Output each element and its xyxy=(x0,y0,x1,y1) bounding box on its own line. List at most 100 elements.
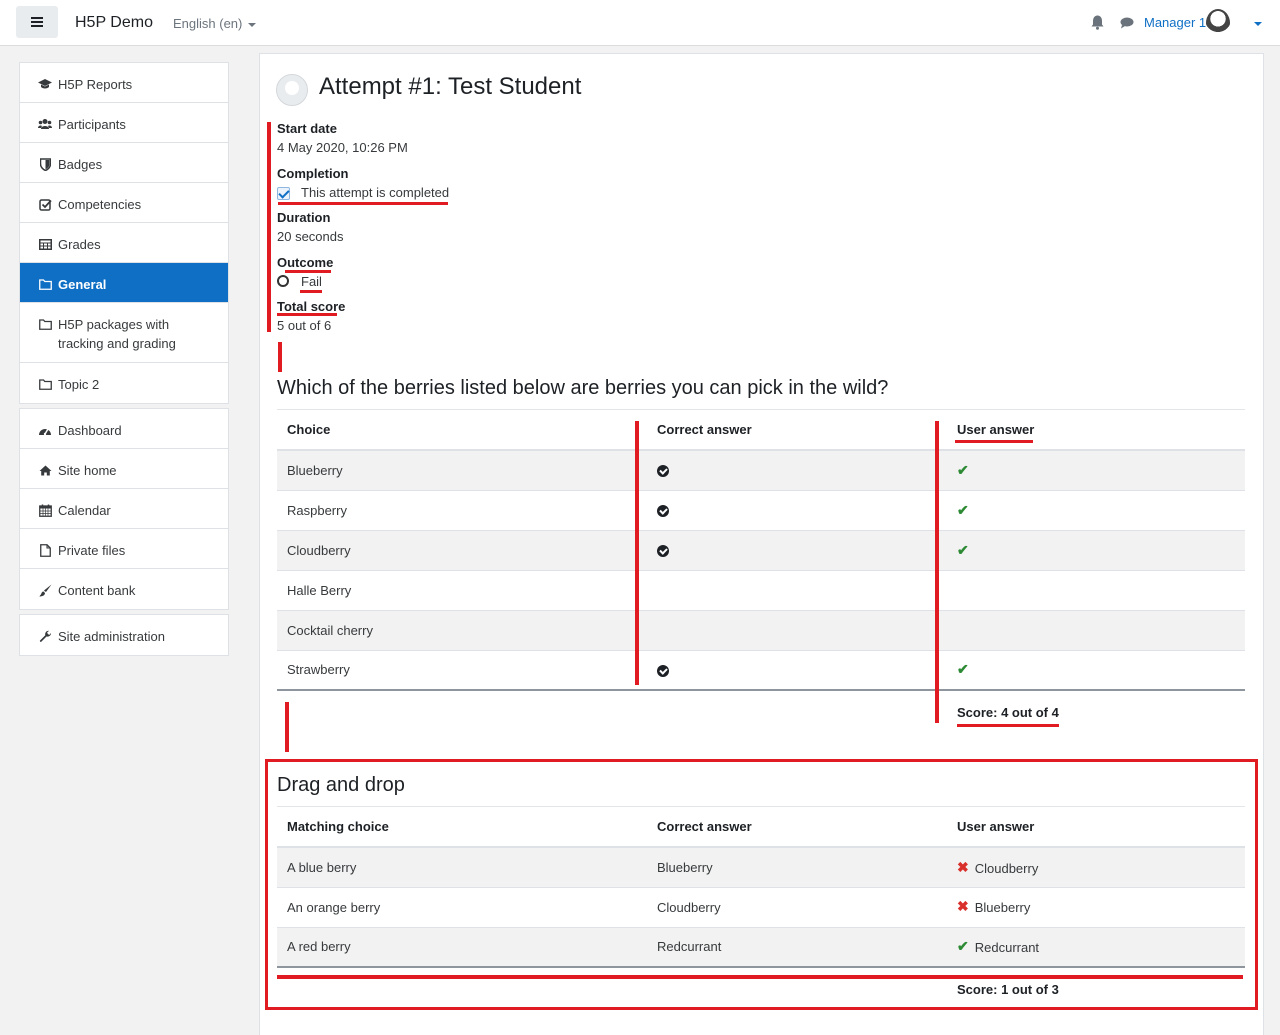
annotation-mark xyxy=(300,290,322,293)
sidebar-item-private-files[interactable]: Private files xyxy=(20,529,228,569)
sidebar-item-h5p-packages[interactable]: H5P packages with tracking and grading xyxy=(20,303,228,363)
table-row: Halle Berry xyxy=(277,569,1245,610)
total-score-label: Total score xyxy=(277,299,346,314)
start-date-label: Start date xyxy=(277,121,337,136)
choice-cell: Strawberry xyxy=(277,649,647,691)
check-icon: ✔ xyxy=(957,501,969,518)
correct-cell xyxy=(647,529,947,570)
calendar-icon xyxy=(38,503,52,517)
annotation-mark xyxy=(278,342,282,372)
menu-toggle-button[interactable] xyxy=(16,6,58,38)
sidebar-item-dashboard[interactable]: Dashboard xyxy=(20,409,228,449)
top-navbar: H5P Demo English (en) Manager 1 xyxy=(0,0,1280,46)
sidebar-item-label: Participants xyxy=(58,117,126,132)
user-cell xyxy=(947,609,1245,650)
table-row: Cocktail cherry xyxy=(277,609,1245,650)
check-icon: ✔ xyxy=(957,661,969,678)
annotation-mark xyxy=(285,270,331,273)
annotation-mark xyxy=(277,313,337,316)
folder-icon xyxy=(38,277,52,291)
user-avatar[interactable] xyxy=(1206,9,1230,37)
users-icon xyxy=(38,117,52,131)
user-cell: ✔ xyxy=(947,489,1245,530)
start-date-value: 4 May 2020, 10:26 PM xyxy=(277,140,408,155)
wrench-icon xyxy=(38,629,52,643)
home-icon xyxy=(38,463,52,477)
question-1-table: Choice Correct answer User answer Bluebe… xyxy=(277,410,1245,691)
folder-icon xyxy=(38,317,52,331)
annotation-mark xyxy=(285,702,289,752)
outcome-circle-icon xyxy=(277,275,289,287)
question-1-score: Score: 4 out of 4 xyxy=(957,705,1059,720)
sidebar-item-content-bank[interactable]: Content bank xyxy=(20,569,228,609)
choice-cell: Cloudberry xyxy=(277,529,647,570)
check-circle-icon xyxy=(657,664,669,677)
sidebar-item-label: Topic 2 xyxy=(58,377,100,392)
user-cell: ✔ xyxy=(947,449,1245,490)
sidebar-item-competencies[interactable]: Competencies xyxy=(20,183,228,223)
sidebar-item-label: Dashboard xyxy=(58,423,122,438)
correct-cell xyxy=(647,449,947,490)
language-label: English (en) xyxy=(173,16,243,31)
annotation-box xyxy=(265,759,1258,1010)
sidebar-item-label: Site administration xyxy=(58,629,165,644)
check-square-icon xyxy=(38,197,52,211)
sidebar-item-label: H5P Reports xyxy=(58,77,133,92)
sidebar-item-general[interactable]: General xyxy=(20,263,228,303)
annotation-mark xyxy=(935,421,939,723)
user-cell: ✔ xyxy=(947,529,1245,570)
admin-nav-group: Site administration xyxy=(19,614,229,656)
table-row: Raspberry ✔ xyxy=(277,489,1245,530)
site-nav-group: Dashboard Site home Calendar Private fil… xyxy=(19,408,229,610)
sidebar-item-label: Competencies xyxy=(58,197,142,212)
outcome-label: Outcome xyxy=(277,255,334,270)
choice-cell: Blueberry xyxy=(277,449,647,490)
correct-cell xyxy=(647,569,947,610)
column-header-correct: Correct answer xyxy=(647,410,947,451)
sidebar-item-site-home[interactable]: Site home xyxy=(20,449,228,489)
bell-icon[interactable] xyxy=(1091,15,1104,30)
sidebar-item-badges[interactable]: Badges xyxy=(20,143,228,183)
correct-cell xyxy=(647,649,947,691)
table-row: Cloudberry ✔ xyxy=(277,529,1245,570)
annotation-mark xyxy=(955,440,1033,443)
sidebar-item-label: Grades xyxy=(58,237,101,252)
annotation-mark xyxy=(278,202,448,205)
sidebar-item-grades[interactable]: Grades xyxy=(20,223,228,263)
course-nav-group: H5P Reports Participants Badges Competen… xyxy=(19,62,229,404)
language-menu[interactable]: English (en) xyxy=(173,16,257,31)
sidebar-item-topic-2[interactable]: Topic 2 xyxy=(20,363,228,403)
sidebar-item-label: Private files xyxy=(58,543,126,558)
choice-cell: Raspberry xyxy=(277,489,647,530)
check-circle-icon xyxy=(657,465,669,478)
annotation-mark xyxy=(957,724,1059,727)
choice-cell: Halle Berry xyxy=(277,569,647,610)
sidebar-item-participants[interactable]: Participants xyxy=(20,103,228,143)
choice-cell: Cocktail cherry xyxy=(277,609,647,650)
question-1-rows: Blueberry ✔ Raspberry ✔ Cloudberry ✔ Hal… xyxy=(277,449,1245,691)
file-icon xyxy=(38,543,52,557)
nav-drawer: H5P Reports Participants Badges Competen… xyxy=(19,62,229,660)
sidebar-item-label: Calendar xyxy=(58,503,111,518)
folder-icon xyxy=(38,377,52,391)
check-circle-icon xyxy=(657,545,669,558)
page-title: Attempt #1: Test Student xyxy=(319,73,582,100)
completion-label: Completion xyxy=(277,166,349,181)
sidebar-item-h5p-reports[interactable]: H5P Reports xyxy=(20,63,228,103)
sidebar-item-label: Site home xyxy=(58,463,117,478)
column-header-user: User answer xyxy=(947,410,1245,451)
annotation-mark xyxy=(635,421,639,685)
total-score-value: 5 out of 6 xyxy=(277,318,332,333)
user-menu-name[interactable]: Manager 1 xyxy=(1144,15,1206,30)
paint-brush-icon xyxy=(38,583,52,597)
annotation-mark xyxy=(277,975,1243,979)
chevron-down-icon xyxy=(248,22,257,27)
chat-icon[interactable] xyxy=(1120,17,1134,29)
sidebar-item-calendar[interactable]: Calendar xyxy=(20,489,228,529)
user-cell xyxy=(947,569,1245,610)
sidebar-item-label: Content bank xyxy=(58,583,136,598)
site-name-link[interactable]: H5P Demo xyxy=(75,14,153,32)
question-1-title: Which of the berries listed below are be… xyxy=(277,377,889,399)
user-menu-caret-icon[interactable] xyxy=(1254,22,1262,26)
sidebar-item-site-administration[interactable]: Site administration xyxy=(20,615,228,655)
